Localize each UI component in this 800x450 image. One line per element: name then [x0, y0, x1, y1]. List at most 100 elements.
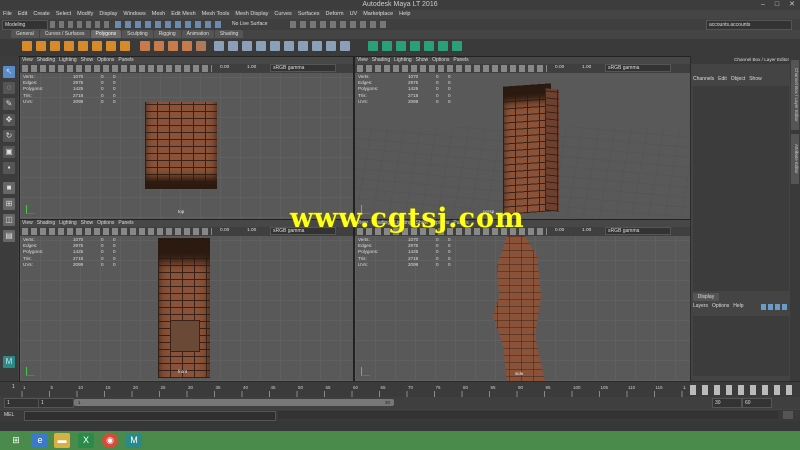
paint-select-icon[interactable]: ✎ [3, 98, 15, 110]
minimize-icon[interactable]: – [756, 0, 770, 9]
viewport-side[interactable]: View Shading Lighting Show Options Panels 0.0… [354, 219, 691, 382]
vp-menu-view[interactable]: View [20, 57, 35, 64]
mode-dropdown[interactable]: Modeling [2, 20, 48, 30]
menu-select[interactable]: Select [53, 10, 74, 19]
select-tool-icon[interactable]: ↖ [3, 66, 15, 78]
mel-label[interactable]: MEL [4, 411, 14, 420]
maya-taskbar-icon[interactable]: M [126, 433, 142, 448]
vp-menu-options[interactable]: Options [95, 57, 116, 64]
append-icon[interactable] [256, 41, 266, 51]
edge-loop-icon[interactable] [312, 41, 322, 51]
menu-deform[interactable]: Deform [323, 10, 347, 19]
timeline-ticks[interactable]: 1 5 10 15 20 25 30 35 40 45 50 55 60 65 70 75 80 85 90 95 10… [18, 382, 686, 398]
gamma-value[interactable]: 1.00 [247, 65, 256, 70]
uv-automatic-icon[interactable] [410, 41, 420, 51]
layer-options-menu[interactable]: Options [710, 303, 731, 310]
script-editor-icon[interactable] [783, 411, 793, 419]
menu-edit-mesh[interactable]: Edit Mesh [168, 10, 198, 19]
offset-edge-icon[interactable] [326, 41, 336, 51]
menu-display[interactable]: Display [96, 10, 120, 19]
bevel-icon[interactable] [242, 41, 252, 51]
exposure-value[interactable]: 0.00 [220, 228, 229, 233]
render-icons[interactable] [290, 21, 390, 28]
layer-list[interactable] [693, 316, 789, 376]
menu-windows[interactable]: Windows [120, 10, 148, 19]
gamma-value[interactable]: 1.00 [582, 228, 591, 233]
vp-menu-view[interactable]: View [355, 57, 370, 64]
vp-menu-show[interactable]: Show [79, 220, 96, 227]
viewport-top[interactable]: View Shading Lighting Show Options Panels 0.0… [19, 56, 354, 220]
account-field[interactable]: accounts.accounts [706, 20, 792, 30]
vp-menu-view[interactable]: View [20, 220, 35, 227]
vp-menu-panels[interactable]: Panels [116, 57, 135, 64]
tab-general[interactable]: General [11, 30, 39, 38]
separate-icon[interactable] [154, 41, 164, 51]
menu-file[interactable]: File [0, 10, 15, 19]
range-slider[interactable]: 1 30 [74, 399, 394, 406]
gamma-value[interactable]: 1.00 [582, 65, 591, 70]
bridge-icon[interactable] [228, 41, 238, 51]
color-space-dropdown[interactable]: sRGB gamma [270, 64, 336, 72]
poly-sphere-icon[interactable] [22, 41, 32, 51]
single-view-icon[interactable]: ■ [3, 182, 15, 194]
tab-shading[interactable]: Shading [214, 30, 244, 38]
boolean-icon[interactable] [196, 41, 206, 51]
menu-help[interactable]: Help [396, 10, 413, 19]
uv-sew-icon[interactable] [452, 41, 462, 51]
brick-model-top[interactable] [145, 102, 217, 189]
selection-mask-icons[interactable] [115, 21, 225, 28]
file-icons[interactable] [50, 21, 110, 28]
poly-torus-icon[interactable] [92, 41, 102, 51]
viewport-front[interactable]: View Shading Lighting Show Options Panels 0.0… [19, 219, 354, 382]
channel-list[interactable] [693, 86, 789, 291]
uv-editor-icon[interactable] [424, 41, 434, 51]
menu-edit[interactable]: Edit [15, 10, 30, 19]
menu-create[interactable]: Create [30, 10, 53, 19]
menu-mesh[interactable]: Mesh [149, 10, 168, 19]
poly-cylinder-icon[interactable] [50, 41, 60, 51]
close-icon[interactable]: ✕ [785, 0, 799, 9]
vp-menu-show[interactable]: Show [414, 57, 431, 64]
vp-menu-shading[interactable]: Shading [35, 220, 57, 227]
poly-pipe-icon[interactable] [106, 41, 116, 51]
vp-menu-shading[interactable]: Shading [35, 57, 57, 64]
vp-menu-panels[interactable]: Panels [116, 220, 135, 227]
vp-menu-panels[interactable]: Panels [451, 57, 470, 64]
layer-help-menu[interactable]: Help [731, 303, 745, 310]
start-time-field[interactable]: 1 [4, 398, 40, 408]
four-view-icon[interactable]: ⊞ [3, 198, 15, 210]
channels-menu[interactable]: Channels [691, 76, 716, 83]
mel-input[interactable] [24, 411, 276, 421]
lasso-tool-icon[interactable]: ◌ [3, 82, 15, 94]
scale-tool-icon[interactable]: ▣ [3, 146, 15, 158]
menu-mesh-tools[interactable]: Mesh Tools [199, 10, 233, 19]
panel-tool-icons[interactable] [357, 65, 547, 72]
persp-outliner-icon[interactable]: ▤ [3, 230, 15, 242]
menu-surfaces[interactable]: Surfaces [295, 10, 323, 19]
playback-controls[interactable] [690, 385, 798, 395]
layers-menu[interactable]: Layers [691, 303, 710, 310]
end-time-field[interactable]: 60 [742, 398, 772, 408]
playback-end-field[interactable]: 30 [712, 398, 742, 408]
time-slider[interactable]: 1 5 10 15 20 25 30 35 40 45 50 55 60 65 70 75 80 85 90 95 10… [0, 381, 800, 398]
vp-menu-options[interactable]: Options [95, 220, 116, 227]
panel-tool-icons[interactable] [22, 228, 212, 235]
tab-rigging[interactable]: Rigging [153, 30, 181, 38]
tab-curves-surfaces[interactable]: Curves / Surfaces [39, 30, 90, 38]
vp-menu-options[interactable]: Options [430, 57, 451, 64]
poly-helix-icon[interactable] [120, 41, 130, 51]
exposure-value[interactable]: 0.00 [220, 65, 229, 70]
brick-model-front[interactable] [158, 238, 210, 378]
poly-plane-icon[interactable] [78, 41, 88, 51]
brick-model-persp[interactable] [503, 83, 551, 215]
viewport-persp[interactable]: View Shading Lighting Show Options Panels 0.0… [354, 56, 691, 220]
maximize-icon[interactable]: □ [770, 0, 784, 9]
layer-tools-icons[interactable] [761, 304, 787, 310]
combine-icon[interactable] [140, 41, 150, 51]
poly-cone-icon[interactable] [64, 41, 74, 51]
uv-spherical-icon[interactable] [396, 41, 406, 51]
display-tab[interactable]: Display [693, 293, 719, 301]
extract-icon[interactable] [168, 41, 178, 51]
show-menu[interactable]: Show [747, 76, 764, 83]
merge-icon[interactable] [284, 41, 294, 51]
